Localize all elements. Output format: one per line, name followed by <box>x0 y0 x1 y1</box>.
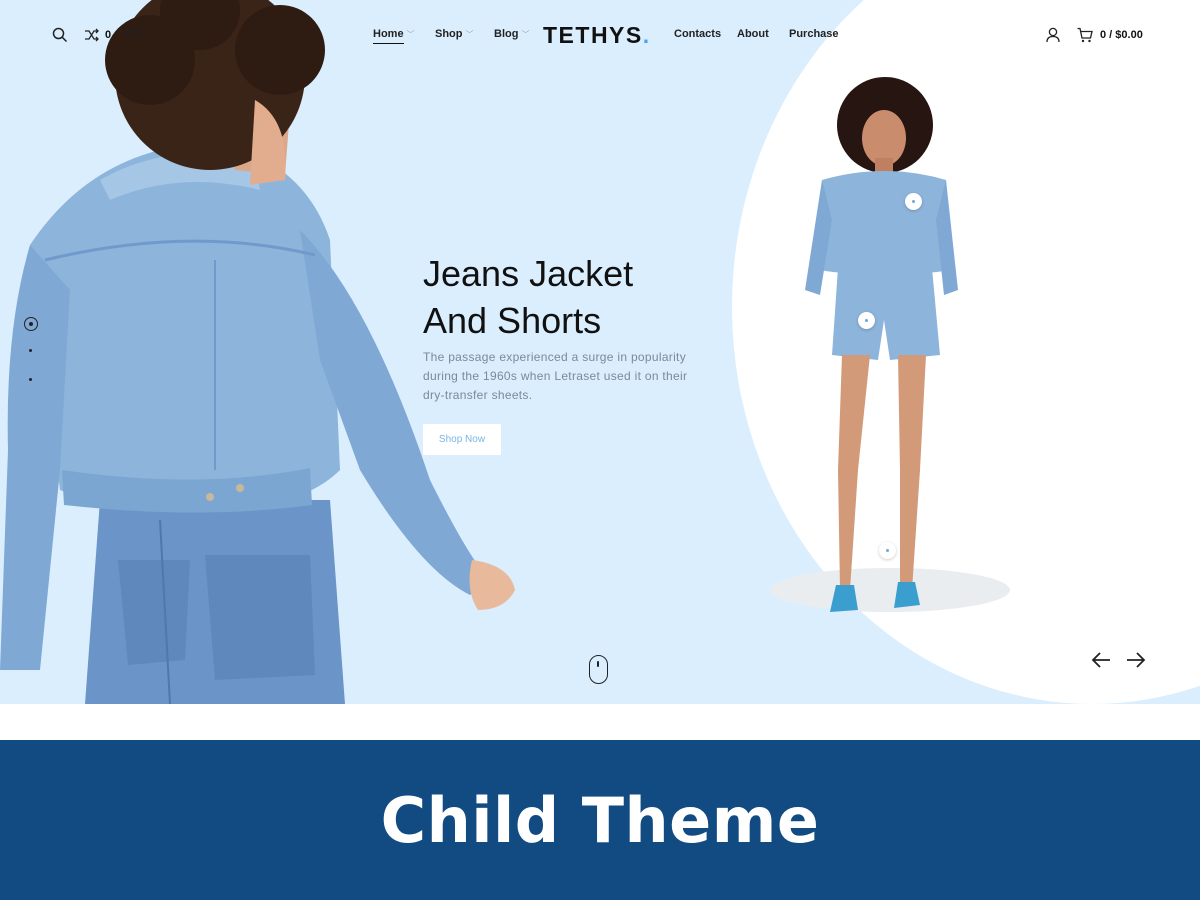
shop-now-button[interactable]: Shop Now <box>423 424 501 455</box>
arrow-left-icon[interactable] <box>1090 650 1112 670</box>
child-theme-banner: Child Theme <box>0 740 1200 900</box>
site-logo[interactable]: TETHYS. <box>543 22 651 49</box>
hotspot-shoes[interactable] <box>879 542 896 559</box>
nav-blog[interactable]: Blog ﹀ <box>494 28 529 40</box>
wishlist-button[interactable] <box>126 28 142 42</box>
nav-contacts-label: Contacts <box>674 28 722 40</box>
chevron-down-icon: ﹀ <box>521 30 530 39</box>
cart-icon <box>1077 27 1093 43</box>
search-icon <box>52 27 68 43</box>
cart-total: 0 / $0.00 <box>1100 29 1143 41</box>
search-button[interactable] <box>52 27 68 43</box>
logo-text: TETHYS <box>543 22 643 48</box>
slide-pagination <box>22 316 42 386</box>
slide-description: The passage experienced a surge in popul… <box>423 350 688 402</box>
compare-button[interactable]: 0 <box>84 28 111 42</box>
slide-dot[interactable] <box>29 349 32 352</box>
hotspot-jacket[interactable] <box>905 193 922 210</box>
slide-dot[interactable] <box>29 378 32 381</box>
arrow-right-icon[interactable] <box>1125 650 1147 670</box>
nav-shop-label: Shop <box>435 28 463 40</box>
mouse-scroll-icon[interactable] <box>589 655 608 684</box>
slide-title-line2: And Shorts <box>423 300 602 341</box>
nav-about[interactable]: About <box>737 28 769 40</box>
site-header: 0 Home ﹀ Shop ﹀ Blog ﹀ TETHYS. Contacts Abo… <box>0 0 1200 70</box>
cart-button[interactable]: 0 / $0.00 <box>1077 27 1143 43</box>
compare-count: 0 <box>105 29 112 41</box>
chevron-down-icon: ﹀ <box>406 30 415 39</box>
banner-text: Child Theme <box>380 783 820 857</box>
slide-title-line1: Jeans Jacket <box>423 253 634 294</box>
nav-home-label: Home <box>373 28 404 44</box>
compare-icon <box>85 28 99 42</box>
nav-about-label: About <box>737 28 769 40</box>
hero-slider: Jeans Jacket And Shorts The passage expe… <box>0 0 1200 704</box>
heart-icon <box>126 28 142 42</box>
nav-home[interactable]: Home ﹀ <box>373 28 415 44</box>
nav-contacts[interactable]: Contacts <box>674 28 721 40</box>
slide-dot-active[interactable] <box>24 317 38 331</box>
logo-dot: . <box>642 22 651 48</box>
hotspot-shorts[interactable] <box>858 312 875 329</box>
slide-title: Jeans Jacket And Shorts <box>423 250 743 344</box>
account-button[interactable] <box>1046 27 1060 43</box>
nav-purchase-label: Purchase <box>789 28 839 40</box>
nav-blog-label: Blog <box>494 28 519 40</box>
user-icon <box>1046 27 1060 43</box>
chevron-down-icon: ﹀ <box>465 30 474 39</box>
nav-shop[interactable]: Shop ﹀ <box>435 28 474 40</box>
nav-purchase[interactable]: Purchase <box>789 28 839 40</box>
